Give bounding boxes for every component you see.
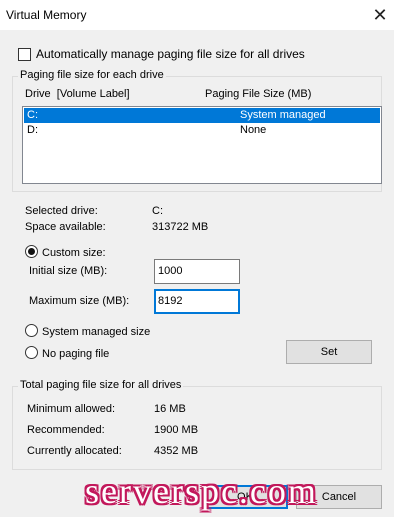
no-paging-radio[interactable] (25, 346, 38, 359)
totals-legend: Total paging file size for all drives (18, 379, 184, 391)
drive-row-c[interactable]: C: System managed (24, 108, 380, 123)
close-icon[interactable]: ✕ (370, 4, 390, 26)
selected-drive-label: Selected drive: (25, 205, 98, 217)
drive-row-d[interactable]: D: None (24, 123, 380, 138)
watermark: serverspc.com (85, 471, 318, 511)
selected-drive-value: C: (152, 205, 163, 217)
no-paging-label: No paging file (42, 348, 110, 360)
recommended-label: Recommended: (27, 424, 105, 436)
auto-manage-checkbox-row[interactable]: Automatically manage paging file size fo… (18, 47, 305, 61)
set-button[interactable]: Set (286, 340, 372, 364)
drive-letter: D: (27, 124, 38, 136)
maximum-size-label: Maximum size (MB): (29, 295, 130, 307)
drive-paging-size: System managed (240, 109, 326, 121)
custom-size-radio[interactable] (25, 245, 38, 258)
system-managed-radio[interactable] (25, 324, 38, 337)
drive-listbox[interactable]: C: System managed D: None (22, 106, 382, 184)
custom-size-label: Custom size: (42, 247, 106, 259)
per-drive-legend: Paging file size for each drive (18, 69, 166, 81)
auto-manage-checkbox[interactable] (18, 47, 31, 61)
column-header-drive: Drive [Volume Label] (25, 88, 130, 100)
minimum-allowed-label: Minimum allowed: (27, 403, 116, 415)
space-available-label: Space available: (25, 221, 106, 233)
system-managed-radio-row[interactable]: System managed size (25, 324, 150, 338)
drive-paging-size: None (240, 124, 267, 136)
window-title: Virtual Memory (6, 8, 87, 22)
initial-size-input[interactable]: 1000 (154, 259, 240, 284)
initial-size-label: Initial size (MB): (29, 265, 108, 277)
column-header-size: Paging File Size (MB) (205, 88, 312, 100)
space-available-value: 313722 MB (152, 221, 209, 233)
drive-letter: C: (27, 109, 38, 121)
maximum-size-input[interactable]: 8192 (154, 289, 240, 314)
currently-allocated-value: 4352 MB (154, 445, 199, 457)
recommended-value: 1900 MB (154, 424, 199, 436)
currently-allocated-label: Currently allocated: (27, 445, 122, 457)
custom-size-radio-row[interactable]: Custom size: (25, 245, 106, 259)
system-managed-label: System managed size (42, 326, 151, 338)
auto-manage-label: Automatically manage paging file size fo… (36, 47, 305, 61)
minimum-allowed-value: 16 MB (154, 403, 186, 415)
no-paging-radio-row[interactable]: No paging file (25, 346, 109, 360)
